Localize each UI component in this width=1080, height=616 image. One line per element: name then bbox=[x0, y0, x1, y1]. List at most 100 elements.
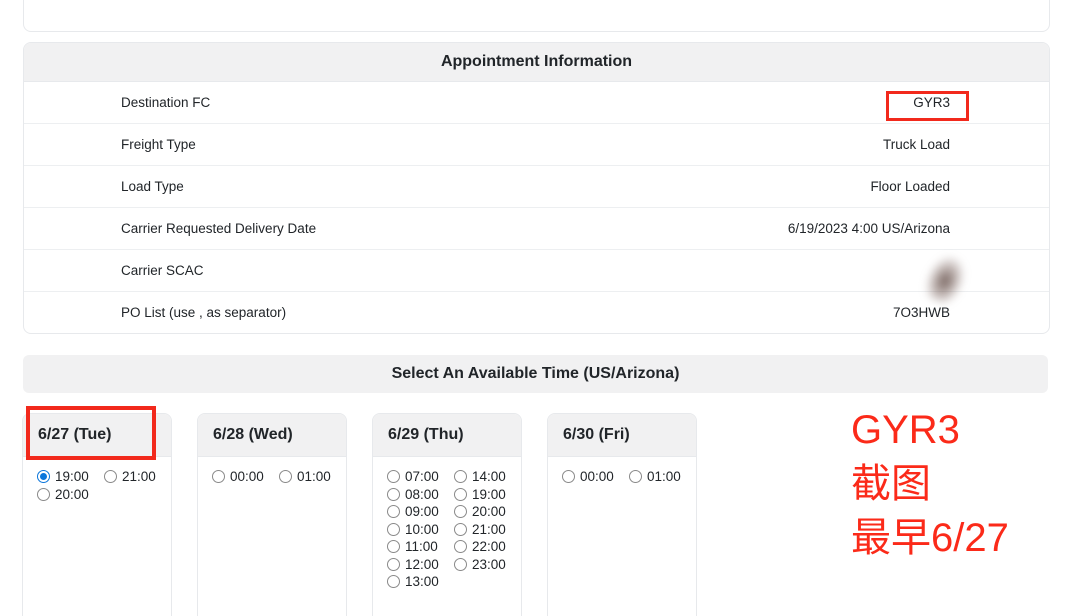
day-card-header: 6/28 (Wed) bbox=[198, 414, 346, 457]
row-label: Destination FC bbox=[121, 95, 210, 110]
time-select-header: Select An Available Time (US/Arizona) bbox=[23, 355, 1048, 393]
radio-button[interactable] bbox=[454, 505, 467, 518]
time-slot-label: 21:00 bbox=[122, 469, 156, 484]
time-slot-label: 20:00 bbox=[472, 504, 506, 519]
red-annotation-text: GYR3截图最早6/27 bbox=[851, 403, 1009, 565]
radio-button[interactable] bbox=[387, 558, 400, 571]
radio-button[interactable] bbox=[387, 505, 400, 518]
radio-button[interactable] bbox=[629, 470, 642, 483]
row-label: Freight Type bbox=[121, 137, 196, 152]
time-slot-option[interactable]: 12:00 bbox=[387, 556, 448, 574]
time-slot-option[interactable]: 11:00 bbox=[387, 538, 448, 556]
time-slot-option[interactable]: 14:00 bbox=[454, 468, 515, 486]
radio-button[interactable] bbox=[562, 470, 575, 483]
row-value: 7O3HWB bbox=[893, 305, 950, 320]
appointment-rows: Destination FC GYR3 Freight Type Truck L… bbox=[24, 82, 1049, 333]
appointment-row: Carrier Requested Delivery Date 6/19/202… bbox=[24, 208, 1049, 250]
day-card-times: 07:00 08:00 09:00 10:00 11:00 12:00 13:00 14:00… bbox=[373, 457, 521, 591]
row-value: Truck Load bbox=[883, 137, 950, 152]
time-select-title: Select An Available Time (US/Arizona) bbox=[392, 365, 680, 383]
radio-button[interactable] bbox=[387, 488, 400, 501]
row-label: Carrier Requested Delivery Date bbox=[121, 221, 316, 236]
time-slot-label: 23:00 bbox=[472, 557, 506, 572]
time-slot-label: 19:00 bbox=[472, 487, 506, 502]
time-slot-label: 20:00 bbox=[55, 487, 89, 502]
time-slot-label: 10:00 bbox=[405, 522, 439, 537]
radio-button[interactable] bbox=[454, 470, 467, 483]
time-slot-option[interactable]: 01:00 bbox=[279, 468, 340, 486]
day-card-times: 00:00 01:00 bbox=[198, 457, 346, 486]
previous-section-card bbox=[23, 0, 1050, 32]
appointment-row: Load Type Floor Loaded bbox=[24, 166, 1049, 208]
time-slot-label: 11:00 bbox=[405, 539, 438, 554]
radio-button[interactable] bbox=[454, 558, 467, 571]
radio-button[interactable] bbox=[387, 523, 400, 536]
time-slot-label: 21:00 bbox=[472, 522, 506, 537]
day-columns: 6/27 (Tue) 19:00 20:00 21:00 6/28 (Wed) 00… bbox=[22, 413, 697, 616]
time-slot-option[interactable]: 08:00 bbox=[387, 486, 448, 504]
appointment-row: PO List (use , as separator) 7O3HWB bbox=[24, 292, 1049, 333]
day-card-header: 6/29 (Thu) bbox=[373, 414, 521, 457]
time-slot-option[interactable]: 22:00 bbox=[454, 538, 515, 556]
row-label: PO List (use , as separator) bbox=[121, 305, 286, 320]
radio-button[interactable] bbox=[279, 470, 292, 483]
radio-button[interactable] bbox=[37, 488, 50, 501]
time-slot-option[interactable]: 21:00 bbox=[104, 468, 165, 486]
time-slot-label: 12:00 bbox=[405, 557, 439, 572]
appointment-row: Destination FC GYR3 bbox=[24, 82, 1049, 124]
time-slot-option[interactable]: 13:00 bbox=[387, 573, 448, 591]
time-slot-label: 19:00 bbox=[55, 469, 89, 484]
time-slot-label: 08:00 bbox=[405, 487, 439, 502]
time-slot-option[interactable]: 01:00 bbox=[629, 468, 690, 486]
time-slot-label: 22:00 bbox=[472, 539, 506, 554]
row-value: GYR3 bbox=[913, 95, 950, 110]
day-card-header: 6/27 (Tue) bbox=[23, 414, 171, 457]
day-card: 6/27 (Tue) 19:00 20:00 21:00 bbox=[22, 413, 172, 616]
row-value: Floor Loaded bbox=[870, 179, 950, 194]
radio-button[interactable] bbox=[104, 470, 117, 483]
time-slot-option[interactable]: 19:00 bbox=[37, 468, 98, 486]
radio-button[interactable] bbox=[454, 540, 467, 553]
time-slot-label: 01:00 bbox=[297, 469, 331, 484]
appointment-info-card: Appointment Information Destination FC G… bbox=[23, 42, 1050, 334]
time-slot-option[interactable]: 19:00 bbox=[454, 486, 515, 504]
row-label: Carrier SCAC bbox=[121, 263, 204, 278]
day-card: 6/28 (Wed) 00:00 01:00 bbox=[197, 413, 347, 616]
row-label: Load Type bbox=[121, 179, 184, 194]
red-annotation-line: 最早6/27 bbox=[851, 511, 1009, 565]
radio-button[interactable] bbox=[454, 523, 467, 536]
time-slot-option[interactable]: 09:00 bbox=[387, 503, 448, 521]
radio-button[interactable] bbox=[387, 540, 400, 553]
red-annotation-line: GYR3 bbox=[851, 403, 1009, 457]
radio-button[interactable] bbox=[212, 470, 225, 483]
time-slot-option[interactable]: 20:00 bbox=[37, 486, 98, 504]
page: Appointment Information Destination FC G… bbox=[0, 0, 1080, 616]
time-slot-option[interactable]: 10:00 bbox=[387, 521, 448, 539]
time-slot-label: 09:00 bbox=[405, 504, 439, 519]
day-card: 6/29 (Thu) 07:00 08:00 09:00 10:00 11:00 12:0… bbox=[372, 413, 522, 616]
row-value: 6/19/2023 4:00 US/Arizona bbox=[788, 221, 950, 236]
time-slot-label: 07:00 bbox=[405, 469, 439, 484]
time-slot-label: 13:00 bbox=[405, 574, 439, 589]
time-slot-option[interactable]: 20:00 bbox=[454, 503, 515, 521]
radio-button[interactable] bbox=[387, 470, 400, 483]
day-card-times: 00:00 01:00 bbox=[548, 457, 696, 486]
appointment-row: Carrier SCAC bbox=[24, 250, 1049, 292]
time-slot-label: 00:00 bbox=[230, 469, 264, 484]
radio-button-checked[interactable] bbox=[37, 470, 50, 483]
time-slot-option[interactable]: 00:00 bbox=[562, 468, 623, 486]
time-slot-option[interactable]: 23:00 bbox=[454, 556, 515, 574]
appointment-row: Freight Type Truck Load bbox=[24, 124, 1049, 166]
day-card-header: 6/30 (Fri) bbox=[548, 414, 696, 457]
radio-button[interactable] bbox=[454, 488, 467, 501]
time-slot-label: 00:00 bbox=[580, 469, 614, 484]
time-slot-option[interactable]: 07:00 bbox=[387, 468, 448, 486]
time-slot-option[interactable]: 21:00 bbox=[454, 521, 515, 539]
appointment-info-title: Appointment Information bbox=[24, 43, 1049, 82]
radio-button[interactable] bbox=[387, 575, 400, 588]
time-slot-label: 01:00 bbox=[647, 469, 681, 484]
day-card: 6/30 (Fri) 00:00 01:00 bbox=[547, 413, 697, 616]
red-annotation-line: 截图 bbox=[851, 457, 1009, 511]
time-slot-label: 14:00 bbox=[472, 469, 506, 484]
time-slot-option[interactable]: 00:00 bbox=[212, 468, 273, 486]
